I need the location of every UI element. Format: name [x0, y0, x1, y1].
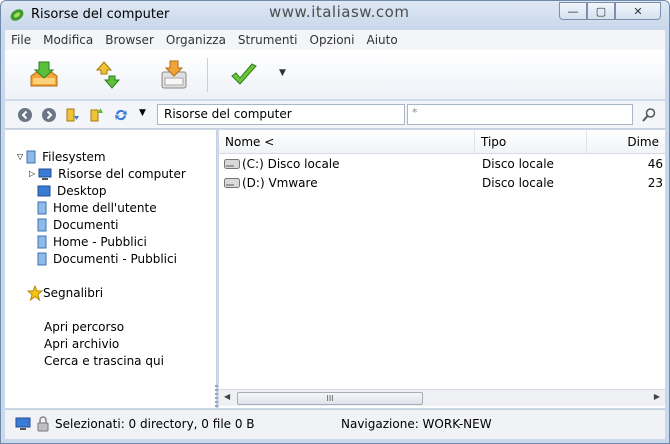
title-bar[interactable]: Risorse del computer www.italiasw.com — …: [1, 1, 669, 29]
selection-status: Selezionati: 0 directory, 0 file 0 B: [55, 417, 255, 431]
address-bar: ▼ Risorse del computer *: [5, 101, 665, 129]
save-archive-icon[interactable]: [157, 58, 191, 92]
maximize-button[interactable]: ▢: [587, 2, 615, 20]
folder-down-icon[interactable]: [65, 107, 81, 123]
col-name[interactable]: Nome <: [219, 130, 475, 154]
drive-icon: [224, 159, 240, 169]
col-size[interactable]: Dime: [587, 130, 665, 154]
path-input[interactable]: Risorse del computer: [157, 104, 405, 125]
tree-filesystem[interactable]: ▽ Filesystem: [17, 148, 106, 165]
file-list: Nome < Tipo Dime (C:) Disco locale Disco…: [219, 130, 665, 408]
navigation-status: Navigazione: WORK-NEW: [341, 417, 492, 431]
search-icon[interactable]: [641, 107, 657, 123]
scroll-left-icon[interactable]: ◀: [224, 392, 230, 401]
bookmarks[interactable]: Segnalibri: [27, 284, 103, 301]
file-type: Disco locale: [482, 176, 554, 190]
file-type: Disco locale: [482, 157, 554, 171]
tree-label: Filesystem: [42, 149, 106, 164]
open-archive-link[interactable]: Apri archivio: [44, 335, 119, 352]
expand-arrow-icon[interactable]: ▽: [17, 152, 23, 161]
file-size: 23: [647, 176, 663, 190]
table-row[interactable]: (C:) Disco locale Disco locale 46: [219, 155, 665, 174]
tree-item-risorse[interactable]: ▷ Risorse del computer: [29, 165, 186, 182]
folder-icon: [26, 150, 36, 163]
bookmarks-label: Segnalibri: [43, 285, 104, 300]
tree-label: Documenti - Pubblici: [53, 251, 177, 266]
scroll-thumb[interactable]: III: [237, 392, 423, 405]
toolbar: ▼: [5, 50, 665, 100]
collapse-arrow-icon[interactable]: ▷: [29, 169, 35, 178]
computer-icon: [15, 417, 31, 430]
tree-item-documenti[interactable]: Documenti: [37, 216, 119, 233]
tree-item-home-pubblici[interactable]: Home - Pubblici: [37, 233, 147, 250]
menu-bar: File Modifica Browser Organizza Strument…: [5, 30, 665, 50]
app-window: Risorse del computer www.italiasw.com — …: [0, 0, 670, 444]
minimize-button[interactable]: —: [559, 2, 587, 20]
folder-up-icon[interactable]: [89, 107, 105, 123]
menu-opzioni[interactable]: Opzioni: [304, 33, 361, 47]
forward-icon[interactable]: [41, 107, 57, 123]
desktop-icon: [37, 185, 51, 196]
file-name: (C:) Disco locale: [242, 157, 340, 171]
history-dropdown-icon[interactable]: ▼: [139, 108, 146, 118]
tree-item-documenti-pubblici[interactable]: Documenti - Pubblici: [37, 250, 177, 267]
status-bar: Selezionati: 0 directory, 0 file 0 B Nav…: [5, 409, 665, 439]
menu-browser[interactable]: Browser: [99, 33, 160, 47]
tree-label: Desktop: [57, 183, 107, 198]
close-button[interactable]: ✕: [615, 2, 661, 20]
menu-aiuto[interactable]: Aiuto: [360, 33, 403, 47]
app-logo-icon: [10, 9, 24, 21]
folder-icon: [37, 201, 47, 214]
filter-input[interactable]: *: [407, 104, 633, 125]
folder-icon: [37, 235, 47, 248]
move-icon[interactable]: [91, 58, 125, 92]
menu-strumenti[interactable]: Strumenti: [232, 33, 304, 47]
col-type[interactable]: Tipo: [475, 130, 587, 154]
window-title: Risorse del computer: [31, 7, 170, 22]
lock-icon[interactable]: [37, 416, 49, 432]
table-row[interactable]: (D:) Vmware Disco locale 23: [219, 174, 665, 193]
tree-label: Documenti: [53, 217, 119, 232]
watermark: www.italiasw.com: [269, 3, 410, 21]
menu-file[interactable]: File: [5, 33, 37, 47]
search-drag-link[interactable]: Cerca e trascina qui: [44, 352, 164, 369]
toolbar-separator: [207, 58, 208, 92]
file-size: 46: [647, 157, 663, 171]
check-icon[interactable]: [227, 58, 261, 92]
refresh-icon[interactable]: [113, 107, 129, 123]
computer-icon: [38, 168, 52, 180]
horizontal-scrollbar[interactable]: ◀ III ▶: [219, 389, 665, 406]
menu-organizza[interactable]: Organizza: [160, 33, 232, 47]
star-icon: [27, 284, 43, 301]
tree-item-home[interactable]: Home dell'utente: [37, 199, 157, 216]
tree-item-desktop[interactable]: Desktop: [37, 182, 107, 199]
scroll-right-icon[interactable]: ▶: [654, 392, 660, 401]
tree-label: Risorse del computer: [58, 166, 186, 181]
file-name: (D:) Vmware: [242, 176, 318, 190]
drive-icon: [224, 178, 240, 188]
back-icon[interactable]: [17, 107, 33, 123]
chevron-down-icon[interactable]: ▼: [279, 68, 286, 78]
column-header: Nome < Tipo Dime: [219, 130, 665, 154]
tree-label: Home dell'utente: [53, 200, 157, 215]
folder-icon: [37, 218, 47, 231]
extract-icon[interactable]: [27, 58, 61, 92]
tree-label: Home - Pubblici: [53, 234, 147, 249]
navigation-pane: ▽ Filesystem ▷ Risorse del computer Desk…: [5, 130, 218, 415]
folder-icon: [37, 252, 47, 265]
menu-modifica[interactable]: Modifica: [37, 33, 99, 47]
open-path-link[interactable]: Apri percorso: [44, 318, 124, 335]
